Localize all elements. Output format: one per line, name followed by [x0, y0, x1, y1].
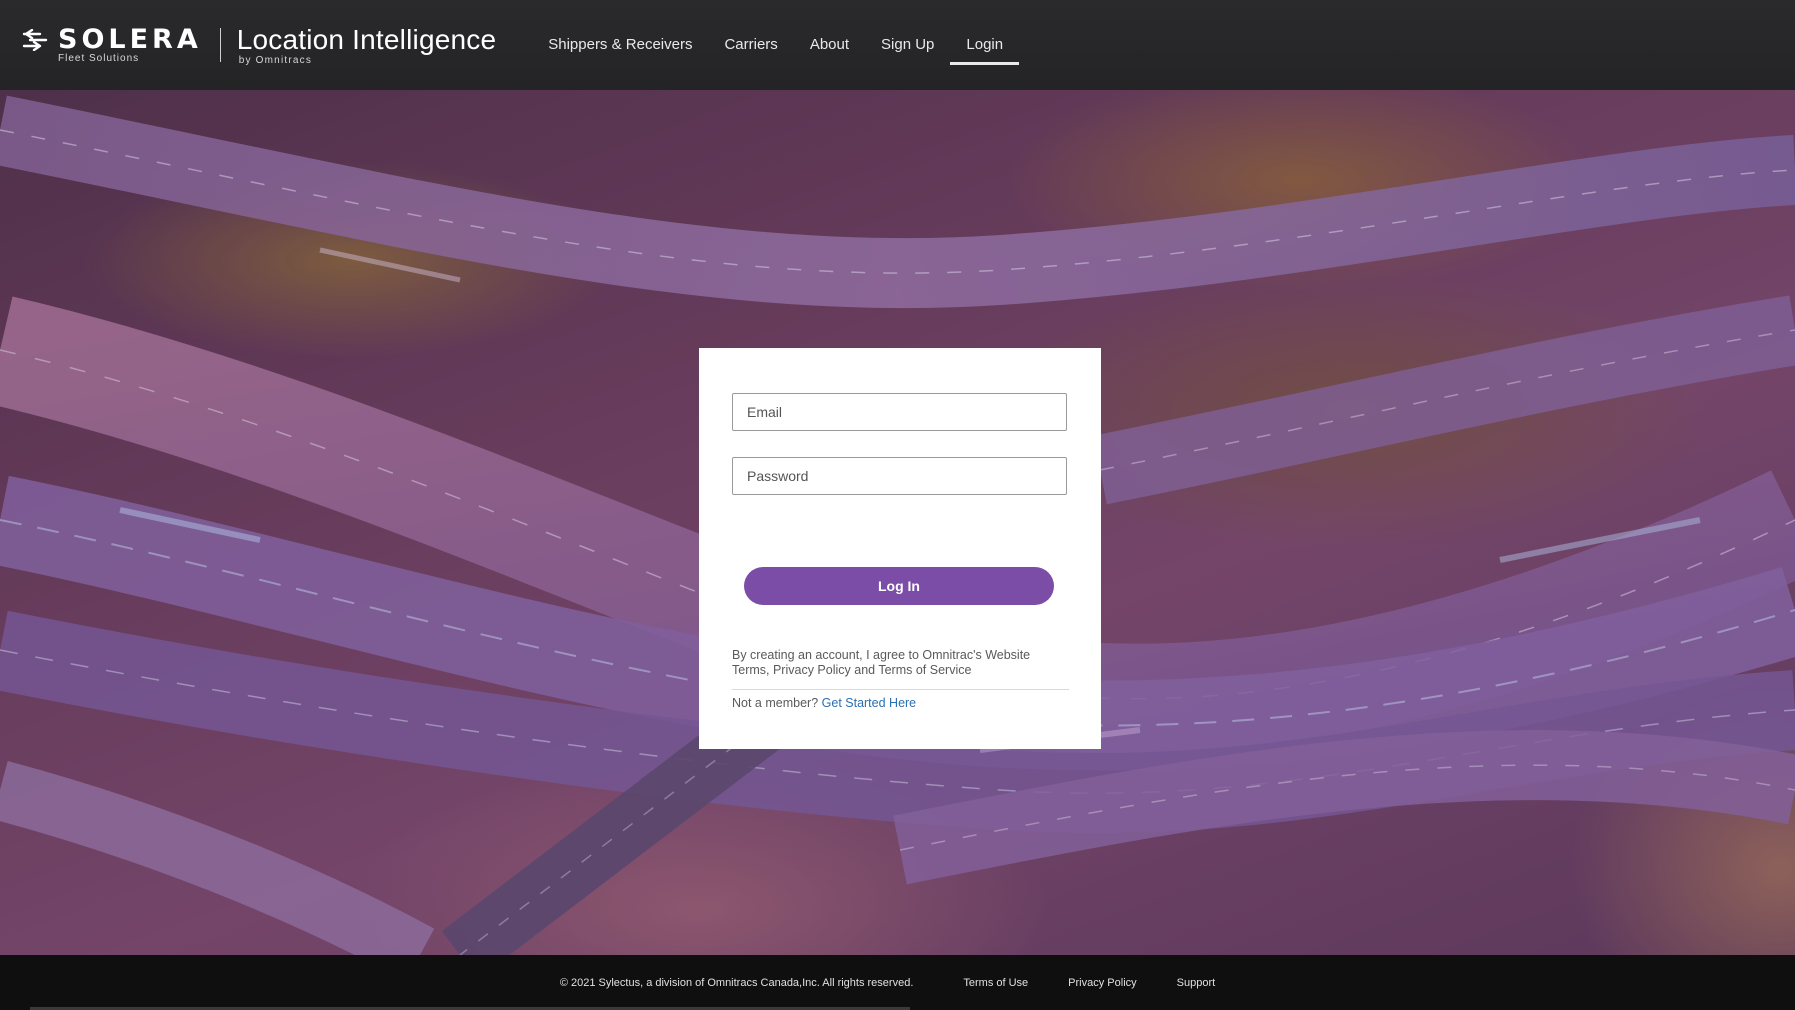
footer-privacy-link[interactable]: Privacy Policy	[1068, 977, 1136, 989]
copyright-text: © 2021 Sylectus, a division of Omnitracs…	[559, 976, 914, 989]
legal-notice: By creating an account, I agree to Omnit…	[732, 648, 1031, 677]
product-logo: Location Intelligence by Omnitracs	[236, 23, 497, 66]
nav-about[interactable]: About	[794, 0, 865, 90]
solera-arrows-icon	[22, 29, 48, 51]
nav-login[interactable]: Login	[950, 0, 1019, 90]
solera-subtitle: Fleet Solutions	[58, 53, 140, 64]
page: SOLERA Fleet Solutions Location Intellig…	[0, 0, 1795, 1010]
solera-logo: SOLERA Fleet Solutions	[22, 20, 202, 70]
nav-shippers-receivers[interactable]: Shippers & Receivers	[532, 0, 708, 90]
login-card: Log In By creating an account, I agree t…	[699, 348, 1101, 749]
get-started-link[interactable]: Get Started Here	[822, 696, 917, 710]
solera-wordmark: SOLERA	[58, 24, 202, 55]
product-subtitle: by Omnitracs	[238, 54, 313, 66]
site-header: SOLERA Fleet Solutions Location Intellig…	[0, 0, 1795, 90]
footer-terms-link[interactable]: Terms of Use	[963, 977, 1028, 989]
email-input[interactable]	[732, 393, 1067, 431]
brand-divider	[219, 28, 221, 62]
footer-support-link[interactable]: Support	[1177, 977, 1216, 989]
nav-sign-up[interactable]: Sign Up	[865, 0, 950, 90]
nav-carriers[interactable]: Carriers	[708, 0, 793, 90]
log-in-button[interactable]: Log In	[744, 567, 1054, 605]
main-nav: Shippers & Receivers Carriers About Sign…	[532, 0, 1019, 90]
site-footer: © 2021 Sylectus, a division of Omnitracs…	[0, 955, 1795, 1010]
password-input[interactable]	[732, 457, 1067, 495]
card-divider	[732, 689, 1069, 690]
brand[interactable]: SOLERA Fleet Solutions Location Intellig…	[22, 0, 496, 90]
not-member-text: Not a member?	[732, 696, 819, 710]
not-member-row: Not a member? Get Started Here	[732, 696, 1068, 710]
product-title: Location Intelligence	[236, 23, 497, 55]
